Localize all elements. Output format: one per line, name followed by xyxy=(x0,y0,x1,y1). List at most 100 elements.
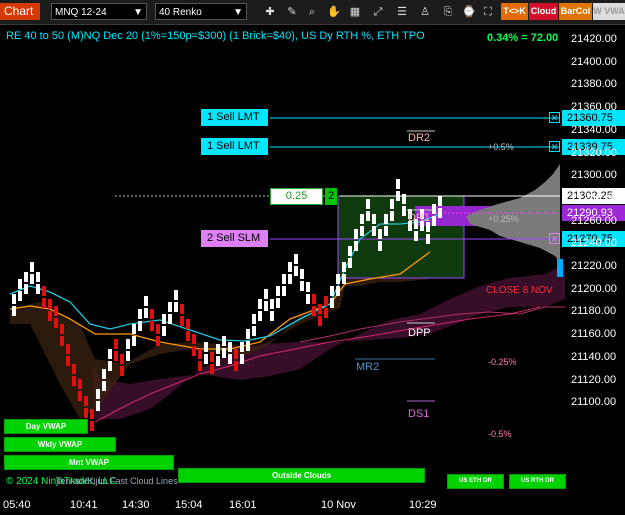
renko-brick xyxy=(228,342,232,352)
sell-slm-order[interactable]: 2 Sell SLM xyxy=(201,230,268,247)
crosshair-icon[interactable]: ✚ xyxy=(262,4,278,20)
renko-brick xyxy=(234,349,238,359)
x-tick: 10:41 xyxy=(70,499,98,511)
renko-brick xyxy=(438,196,442,206)
renko-brick xyxy=(120,354,124,364)
renko-brick xyxy=(108,361,112,371)
renko-brick xyxy=(342,274,346,284)
sell-lmt-order-1[interactable]: 1 Sell LMT xyxy=(201,109,268,126)
renko-brick xyxy=(90,409,94,419)
renko-brick xyxy=(258,299,262,309)
y-tick: 21280.00 xyxy=(571,191,617,204)
renko-brick xyxy=(330,286,334,296)
renko-brick xyxy=(180,316,184,326)
renko-brick xyxy=(198,349,202,359)
renko-brick xyxy=(30,274,34,284)
close-order-icon[interactable]: ✕ xyxy=(549,112,560,123)
renko-brick xyxy=(330,298,334,308)
close-order-icon[interactable]: ✕ xyxy=(549,233,560,244)
close-order-icon[interactable]: ✕ xyxy=(549,141,560,152)
renko-brick xyxy=(96,401,100,411)
cloud-button[interactable]: Cloud xyxy=(529,3,558,20)
renko-brick xyxy=(222,336,226,346)
renko-brick xyxy=(168,314,172,324)
renko-brick xyxy=(396,191,400,201)
renko-brick xyxy=(264,301,268,311)
renko-brick xyxy=(360,226,364,236)
pos-0-25-label: +0.25% xyxy=(488,214,519,224)
indicators-icon[interactable]: ⤢ xyxy=(370,4,386,20)
y-tick: 21260.00 xyxy=(571,214,617,227)
renko-brick xyxy=(384,226,388,236)
renko-brick xyxy=(12,294,16,304)
sell-lmt-order-2[interactable]: 1 Sell LMT xyxy=(201,138,268,155)
renko-brick xyxy=(174,290,178,300)
renko-brick xyxy=(42,286,46,296)
chart-panel[interactable]: RE 40 to 50 (M)NQ Dec 20 (1%=150p=$300) … xyxy=(0,24,625,515)
renko-brick xyxy=(348,246,352,256)
chart-tab[interactable]: Chart xyxy=(0,3,40,20)
renko-brick xyxy=(270,299,274,309)
draw-tools-icon[interactable]: ✎ xyxy=(284,4,300,20)
data-box-icon[interactable]: ▦ xyxy=(347,4,363,20)
position-qty-box[interactable]: 0.25 xyxy=(270,188,323,205)
vwap-button[interactable]: W VWA xyxy=(593,3,625,20)
dr1-label: DR1 xyxy=(408,212,431,224)
renko-brick xyxy=(366,199,370,209)
renko-brick xyxy=(66,356,70,366)
renko-brick xyxy=(432,204,436,214)
tk-button[interactable]: T<>K xyxy=(501,3,528,20)
renko-brick xyxy=(60,324,64,334)
strategy-icon[interactable]: ✋ xyxy=(326,4,342,20)
renko-brick xyxy=(312,294,316,304)
position-badge[interactable]: 2 xyxy=(325,188,337,205)
neg-0-5-label: -0.5% xyxy=(488,429,512,439)
renko-brick xyxy=(222,348,226,358)
renko-brick xyxy=(336,274,340,284)
zoom-icon[interactable]: ⌕ xyxy=(304,4,320,20)
y-tick: 21320.00 xyxy=(571,146,617,159)
renko-brick xyxy=(210,364,214,374)
instrument-label: MNQ 12-24 xyxy=(55,7,107,18)
us-eth-or-status: US ETH OR xyxy=(447,474,504,489)
renko-brick xyxy=(96,389,100,399)
renko-brick xyxy=(372,214,376,224)
renko-brick xyxy=(156,336,160,346)
templates-icon[interactable]: ⎘ xyxy=(440,4,456,20)
renko-brick xyxy=(42,298,46,308)
pos-0-5-label: +0.5% xyxy=(488,142,514,152)
renko-brick xyxy=(216,356,220,366)
renko-brick xyxy=(126,351,130,361)
chart-info-text: RE 40 to 50 (M)NQ Dec 20 (1%=150p=$300) … xyxy=(6,30,425,42)
renko-brick xyxy=(348,258,352,268)
x-tick: 05:40 xyxy=(3,499,31,511)
mnt-vwap-status: Mnt VWAP xyxy=(4,455,174,470)
chart-trader-icon[interactable]: ♙ xyxy=(417,4,433,20)
renko-brick xyxy=(414,231,418,241)
maximize-icon[interactable]: ⛶ xyxy=(480,4,496,20)
chevron-down-icon: ▼ xyxy=(133,7,143,18)
properties-icon[interactable]: ☰ xyxy=(394,4,410,20)
renko-brick xyxy=(252,314,256,324)
renko-brick xyxy=(18,279,22,289)
bar-type-selector[interactable]: 40 Renko ▼ xyxy=(155,3,247,20)
renko-brick xyxy=(336,286,340,296)
barcol-button[interactable]: BarCol xyxy=(559,3,592,20)
renko-brick xyxy=(102,381,106,391)
renko-brick xyxy=(186,331,190,341)
renko-brick xyxy=(138,309,142,319)
renko-brick xyxy=(234,361,238,371)
renko-brick xyxy=(174,302,178,312)
x-tick: 16:01 xyxy=(229,499,257,511)
pct-change-text: 0.34% = 72.00 xyxy=(487,32,559,44)
window-link-icon[interactable]: ⌚ xyxy=(461,4,477,20)
close-8-nov-label: CLOSE 8 NOV xyxy=(486,285,553,296)
y-tick: 21420.00 xyxy=(571,33,617,45)
renko-brick xyxy=(294,266,298,276)
renko-brick xyxy=(390,211,394,221)
renko-brick xyxy=(54,306,58,316)
range-indicator xyxy=(557,259,563,277)
renko-brick xyxy=(156,324,160,334)
instrument-selector[interactable]: MNQ 12-24 ▼ xyxy=(51,3,147,20)
mr2-label: MR2 xyxy=(356,361,380,373)
